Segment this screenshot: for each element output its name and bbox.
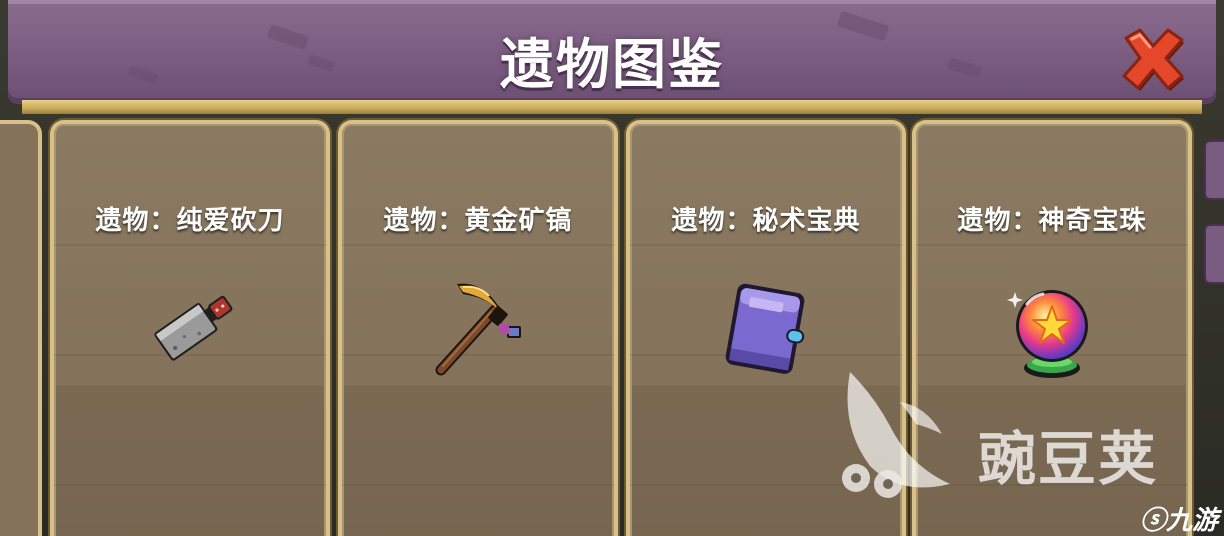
relic-card-label: 遗物：神奇宝珠	[957, 206, 1147, 236]
nine-you-logo-icon: ⓢ	[1140, 506, 1167, 536]
wandoujia-watermark-text: 豌豆荚	[978, 425, 1159, 493]
nine-you-watermark-text: 九游	[1166, 506, 1219, 536]
relic-codex-screen: 遗物图鉴 遗物：纯爱砍刀 遗物：黄金矿镐 遗物：秘术宝典 遗物：神奇宝珠 豌豆荚…	[0, 0, 1224, 536]
close-button[interactable]	[1116, 26, 1190, 92]
relic-card-label: 遗物：秘术宝典	[671, 206, 861, 236]
relic-card[interactable]: 遗物：黄金矿镐	[338, 120, 618, 536]
title-bar: 遗物图鉴	[8, 0, 1216, 104]
wandoujia-watermark: 豌豆荚	[830, 366, 1200, 506]
frame-strip	[22, 100, 1202, 114]
cleaver-icon	[154, 295, 233, 361]
close-x-icon	[1122, 28, 1184, 91]
relic-card-partial[interactable]	[0, 120, 42, 536]
page-title: 遗物图鉴	[500, 33, 724, 96]
golden-pickaxe-icon	[435, 283, 521, 376]
relic-card[interactable]: 遗物：纯爱砍刀	[50, 120, 330, 536]
wandoujia-logo-icon	[842, 372, 950, 498]
spellbook-icon	[725, 283, 805, 374]
relic-card-label: 遗物：纯爱砍刀	[95, 206, 285, 236]
nine-you-watermark: ⓢ九游	[1140, 500, 1218, 536]
relic-card-label: 遗物：黄金矿镐	[383, 206, 573, 236]
